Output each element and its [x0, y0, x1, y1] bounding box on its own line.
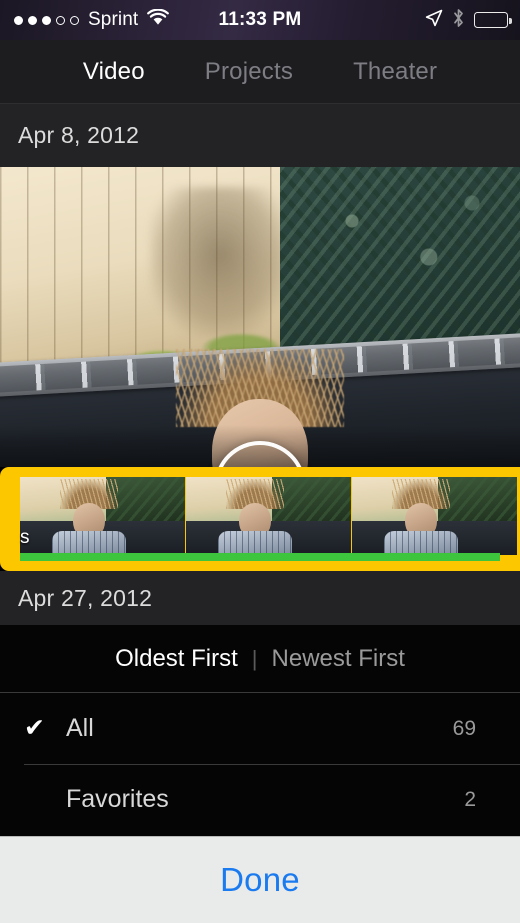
- wifi-icon: [147, 8, 170, 31]
- signal-strength-dots: [14, 15, 79, 25]
- checkmark-icon: ✔: [24, 714, 45, 742]
- filter-row-favorites[interactable]: Favorites 2: [0, 764, 520, 835]
- date-header-1: Apr 8, 2012: [0, 104, 520, 167]
- tab-theater[interactable]: Theater: [347, 58, 443, 86]
- date-header-2: Apr 27, 2012: [0, 571, 520, 625]
- carrier-label: Sprint: [88, 9, 139, 30]
- filter-count-favorites: 2: [464, 787, 476, 811]
- tab-bar: Video Projects Theater: [0, 40, 520, 104]
- filmstrip-duration-label: s: [20, 527, 30, 548]
- filter-count-all: 69: [452, 716, 476, 740]
- video-filmstrip[interactable]: s: [0, 467, 520, 571]
- signal-dot-5: [70, 15, 79, 25]
- filmstrip-frames: [20, 477, 520, 555]
- filmstrip-frame-2: [186, 477, 352, 555]
- sort-order-row: Oldest First | Newest First: [0, 625, 520, 693]
- signal-dot-3: [42, 15, 51, 25]
- bluetooth-icon: [452, 8, 465, 33]
- battery-icon: [474, 12, 512, 28]
- filter-row-all[interactable]: ✔ All 69: [0, 693, 520, 764]
- filmstrip-frame-3: [352, 477, 518, 555]
- status-bar-left: Sprint: [0, 8, 170, 31]
- done-bar: Done: [0, 836, 520, 923]
- status-bar-right: [425, 0, 512, 40]
- status-bar: Sprint 11:33 PM: [0, 0, 520, 40]
- sort-oldest-first[interactable]: Oldest First: [101, 645, 252, 673]
- video-thumbnail[interactable]: [0, 167, 520, 467]
- filter-sheet: Oldest First | Newest First ✔ All 69 Fav…: [0, 625, 520, 923]
- sort-newest-first[interactable]: Newest First: [258, 645, 419, 673]
- tab-projects[interactable]: Projects: [199, 58, 299, 86]
- signal-dot-1: [14, 15, 23, 25]
- signal-dot-4: [56, 15, 65, 25]
- signal-dot-2: [28, 15, 37, 25]
- tab-video[interactable]: Video: [77, 58, 151, 86]
- done-button[interactable]: Done: [220, 861, 300, 899]
- location-arrow-icon: [425, 9, 443, 32]
- imovie-video-browser-screen: Sprint 11:33 PM Video Projects Theater A…: [0, 0, 520, 923]
- filmstrip-frame-1: [20, 477, 186, 555]
- filmstrip-progress-bar[interactable]: [20, 553, 500, 561]
- filter-label-all: All: [66, 714, 94, 742]
- filter-label-favorites: Favorites: [66, 785, 169, 813]
